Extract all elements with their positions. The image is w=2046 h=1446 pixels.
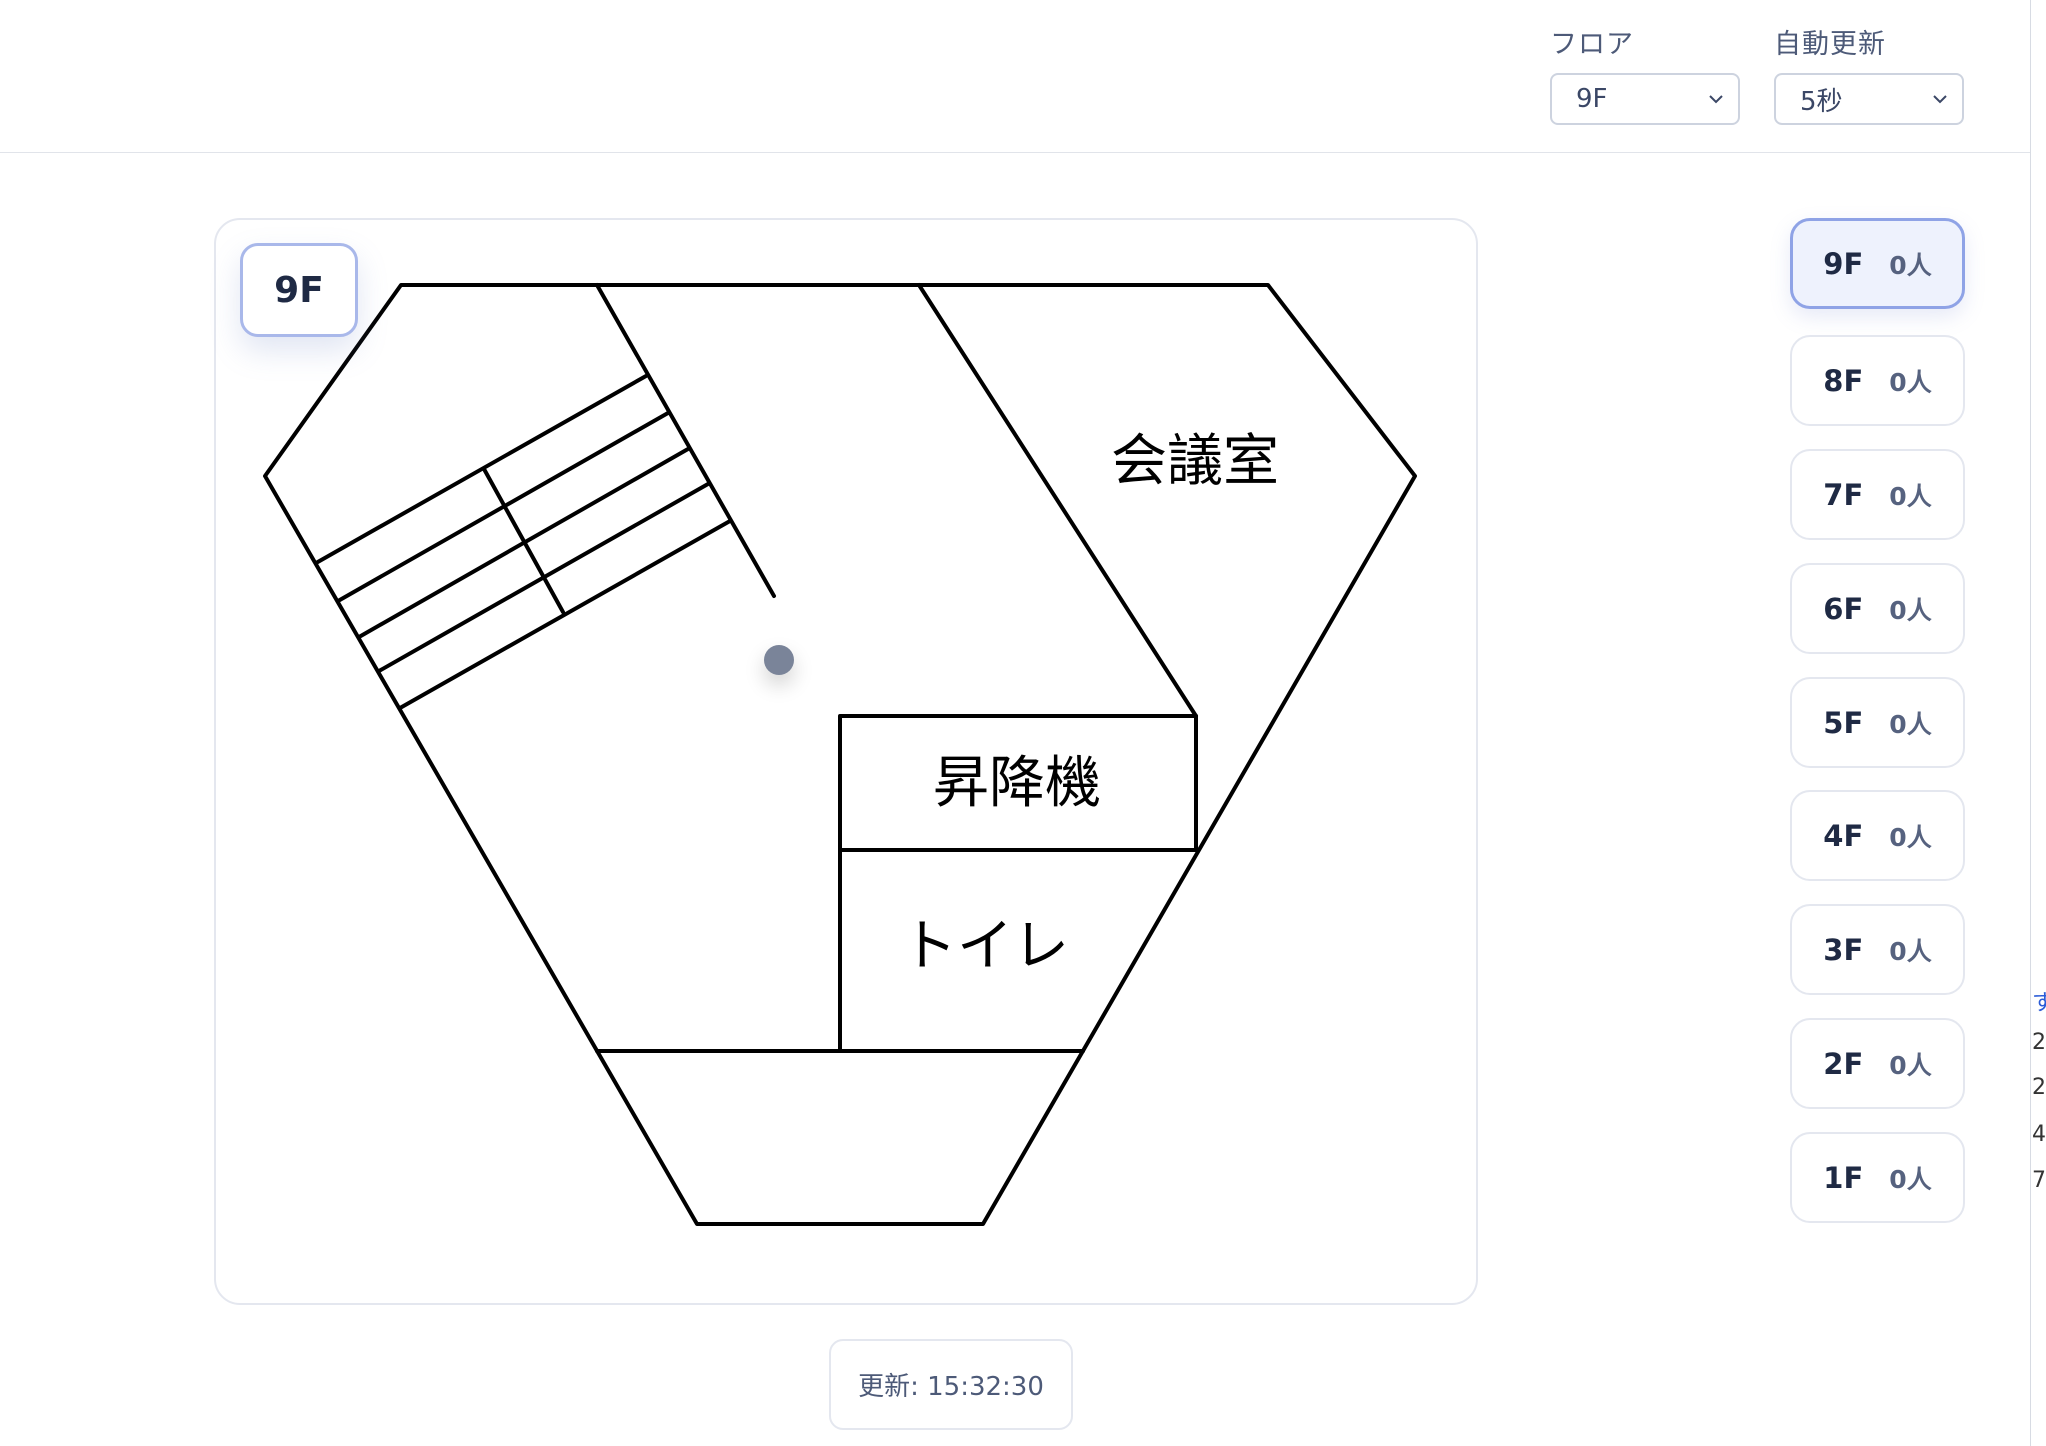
people-count: 0人 (1889, 1164, 1932, 1194)
people-count: 0人 (1889, 936, 1932, 966)
edge-text-fragment: 4 (2032, 1122, 2046, 1147)
floor-name: 2F (1823, 1046, 1864, 1081)
staircase (314, 374, 732, 710)
wall (917, 283, 1198, 718)
person-marker[interactable] (764, 645, 794, 675)
floor-name: 5F (1823, 705, 1864, 740)
floor-name: 6F (1823, 591, 1864, 626)
floor-name: 3F (1823, 932, 1864, 967)
floor-button-1f[interactable]: 1F 0人 (1790, 1132, 1965, 1223)
background-window-edge (2030, 0, 2046, 1446)
floor-button-8f[interactable]: 8F 0人 (1790, 335, 1965, 426)
toilet-label: トイレ (901, 914, 1069, 979)
people-count: 0人 (1889, 709, 1932, 739)
people-count: 0人 (1889, 250, 1932, 280)
meeting-room-label: 会議室 (1111, 429, 1279, 494)
edge-text-fragment: 7 (2032, 1168, 2046, 1193)
elevator-label: 昇降機 (933, 751, 1101, 816)
floor-button-4f[interactable]: 4F 0人 (1790, 790, 1965, 881)
floor-name: 7F (1823, 477, 1864, 512)
floor-button-3f[interactable]: 3F 0人 (1790, 904, 1965, 995)
floor-button-6f[interactable]: 6F 0人 (1790, 563, 1965, 654)
floor-name: 1F (1823, 1160, 1864, 1195)
floor-button-5f[interactable]: 5F 0人 (1790, 677, 1965, 768)
people-count: 0人 (1889, 367, 1932, 397)
people-count: 0人 (1889, 595, 1932, 625)
people-count: 0人 (1889, 822, 1932, 852)
floor-button-7f[interactable]: 7F 0人 (1790, 449, 1965, 540)
current-floor-badge: 9F (240, 243, 358, 337)
floor-plan: 会議室 昇降機 トイレ (263, 283, 1417, 1226)
floor-button-2f[interactable]: 2F 0人 (1790, 1018, 1965, 1109)
floor-name: 4F (1823, 818, 1864, 853)
last-updated: 更新: 15:32:30 (829, 1339, 1073, 1430)
people-count: 0人 (1889, 481, 1932, 511)
edge-text-fragment: 2 (2032, 1030, 2046, 1055)
floor-name: 9F (1823, 246, 1864, 281)
floor-button-9f[interactable]: 9F 0人 (1790, 218, 1965, 309)
edge-text-fragment: す (2032, 991, 2046, 1016)
floor-name: 8F (1823, 363, 1864, 398)
edge-text-fragment: 2 (2032, 1075, 2046, 1100)
people-count: 0人 (1889, 1050, 1932, 1080)
